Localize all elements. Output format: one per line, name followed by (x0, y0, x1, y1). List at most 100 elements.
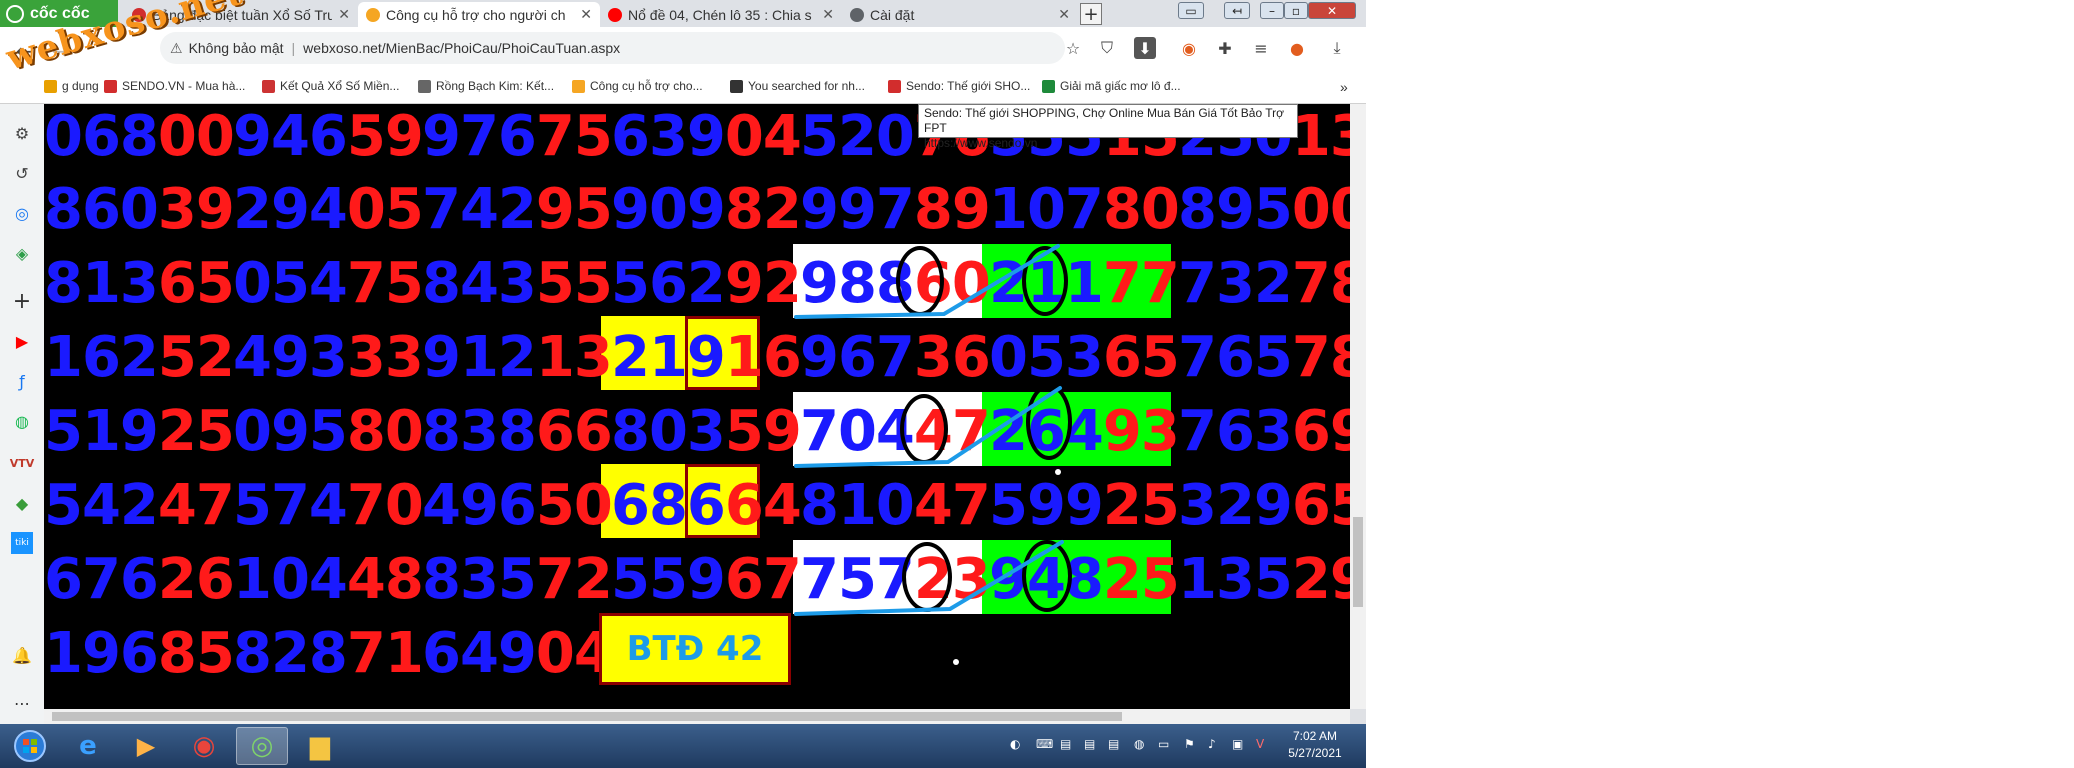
bookmark-item[interactable]: SENDO.VN - Mua hà... (104, 79, 245, 93)
download-arrow-icon[interactable]: ⬇ (1134, 37, 1156, 59)
more-dots-icon[interactable]: ⋯ (11, 692, 33, 714)
playlist-icon[interactable]: ≡ (1250, 37, 1272, 59)
taskbar-explorer[interactable]: ▆ (294, 727, 346, 765)
messenger-icon[interactable]: ◎ (11, 202, 33, 224)
screen: cốc cốc Bảng đặc biệt tuần Xổ Số Tru ✕ Côn… (0, 0, 1366, 768)
connector-line (794, 244, 1060, 319)
tray-flag-icon[interactable]: ⚑ (1184, 737, 1195, 751)
bookmark-item[interactable]: Sendo: Thế giới SHO... (888, 79, 1030, 93)
tray-chat-icon[interactable]: ◍ (1134, 737, 1144, 751)
omnibox[interactable]: ⚠ Không bảo mật | webxoso.net/MienBac/Ph… (160, 32, 1065, 64)
tab-close-icon[interactable]: ✕ (822, 6, 834, 23)
tab-title: Công cụ hỗ trợ cho người ch (386, 6, 566, 23)
tab-search-icon[interactable]: ▭ (1178, 2, 1204, 19)
youtube-icon[interactable]: ▶ (11, 330, 33, 352)
puzzle-extensions-icon[interactable]: ✚ (1214, 37, 1236, 59)
bookmarks-bar: g dụng SENDO.VN - Mua hà... Kết Quả Xổ Số … (0, 71, 1366, 104)
clock-date: 5/27/2021 (1288, 746, 1342, 760)
bookmark-favicon-icon (888, 79, 901, 93)
horizontal-scroll-thumb[interactable] (52, 712, 1122, 721)
vertical-scroll-thumb[interactable] (1353, 517, 1363, 607)
add-sidebar-item-icon[interactable]: + (11, 289, 33, 314)
tab-1[interactable]: Công cụ hỗ trợ cho người ch ✕ (358, 2, 600, 27)
tray-volume-icon[interactable]: ♪ (1208, 737, 1216, 751)
close-window-button[interactable]: ✕ (1308, 2, 1356, 19)
tab-close-icon[interactable]: ✕ (338, 6, 350, 23)
bookmark-item[interactable]: Kết Quả Xổ Số Miền... (262, 79, 399, 93)
bookmark-label: Kết Quả Xổ Số Miền... (280, 79, 400, 93)
horizontal-scrollbar[interactable] (44, 709, 1350, 724)
tooltip-url: https://www.sendo.vn (924, 136, 1038, 150)
bookmarks-overflow-button[interactable]: » (1340, 79, 1348, 95)
tray-lang3-icon[interactable]: ▤ (1108, 737, 1119, 751)
phoi-cau-grid: 0680094659976756390452076555152501386039… (44, 104, 1350, 709)
bookmark-label: Rồng Bạch Kim: Kết... (436, 79, 555, 93)
tab-favicon-icon (366, 7, 380, 22)
tab-close-icon[interactable]: ✕ (580, 6, 592, 23)
tray-v-icon[interactable]: V (1256, 737, 1264, 751)
restore-tab-icon[interactable]: ↤ (1224, 2, 1250, 19)
taskbar-chrome[interactable]: ◉ (178, 727, 230, 765)
security-label: Không bảo mật (188, 40, 284, 56)
tiki-icon[interactable]: tiki (11, 532, 33, 554)
url-text[interactable]: webxoso.net/MienBac/PhoiCau/PhoiCauTuan.… (303, 40, 620, 56)
bookmark-favicon-icon (730, 79, 743, 93)
new-tab-button[interactable]: + (1080, 3, 1102, 25)
connector-line (794, 540, 1064, 616)
game-controller-icon[interactable]: ◈ (11, 242, 33, 264)
bookmark-item[interactable]: Giải mã giấc mơ lô đ... (1042, 79, 1181, 93)
taskbar-coccoc[interactable]: ◎ (236, 727, 288, 765)
bookmark-favicon-icon (262, 79, 275, 93)
tab-favicon-icon (608, 7, 622, 22)
tab-favicon-icon (850, 7, 864, 22)
taskbar-media[interactable]: ▶ (120, 727, 172, 765)
bookmark-item[interactable]: Công cụ hỗ trợ cho... (572, 79, 703, 93)
tab-3[interactable]: Cài đặt ✕ (842, 2, 1078, 27)
bookmark-label: Sendo: Thế giới SHO... (906, 79, 1031, 93)
bookmark-label: SENDO.VN - Mua hà... (122, 79, 246, 93)
chrome-ext-icon[interactable]: ◉ (1178, 37, 1200, 59)
vertical-scrollbar[interactable] (1350, 104, 1366, 709)
internet-explorer-icon: e (79, 731, 97, 761)
connector-line (794, 386, 1062, 468)
facebook-icon[interactable]: ƒ (11, 370, 33, 392)
settings-gear-icon[interactable]: ⚙ (11, 122, 33, 144)
bookmark-item[interactable]: You searched for nh... (730, 79, 865, 93)
bookmark-label: Giải mã giấc mơ lô đ... (1060, 79, 1181, 93)
bookmark-star-icon[interactable]: ☆ (1062, 37, 1084, 59)
tab-close-icon[interactable]: ✕ (1058, 6, 1070, 23)
tray-display-icon[interactable]: ▭ (1158, 737, 1169, 751)
tab-2[interactable]: Nổ đề 04, Chén lô 35 : Chia s ✕ (600, 2, 842, 27)
dot-mark (1055, 469, 1061, 475)
tab-title: Cài đặt (870, 6, 915, 23)
bookmark-item[interactable]: g dụng (44, 79, 99, 93)
bookmark-favicon-icon (1042, 79, 1055, 93)
start-button[interactable] (4, 727, 56, 765)
taskbar: e ▶ ◉ ◎ ▆ ◐ ⌨ ▤ ▤ ▤ ◍ ▭ ⚑ ♪ ▣ V 7:02 AM … (0, 724, 1366, 768)
warning-icon: ⚠ (170, 39, 183, 56)
tray-keyboard-icon[interactable]: ⌨ (1036, 737, 1053, 751)
tray-lang-icon[interactable]: ▤ (1060, 737, 1071, 751)
maximize-button[interactable]: ▫ (1284, 2, 1308, 19)
minimize-button[interactable]: – (1260, 2, 1284, 19)
taskbar-ie[interactable]: e (62, 727, 114, 765)
spotify-icon[interactable]: ◍ (11, 410, 33, 432)
turtle-game-icon[interactable]: ◆ (11, 492, 33, 514)
taskbar-clock[interactable]: 7:02 AM 5/27/2021 (1285, 728, 1345, 762)
bookmark-item[interactable]: Rồng Bạch Kim: Kết... (418, 79, 554, 93)
downloads-tray-icon[interactable]: ⤓ (1326, 37, 1348, 59)
shield-icon[interactable]: ⛉ (1096, 37, 1118, 59)
vtv-icon[interactable]: VTV (10, 452, 35, 474)
sidebar: ⚙ ↺ ◎ ◈ + ▶ ƒ ◍ VTV ◆ tiki 🔔 ⋯ (0, 104, 44, 724)
media-player-icon: ▶ (136, 732, 156, 760)
history-icon[interactable]: ↺ (11, 162, 33, 184)
bookmark-favicon-icon (44, 79, 57, 93)
bookmark-label: You searched for nh... (748, 79, 865, 93)
profile-avatar-icon[interactable]: ● (1286, 37, 1308, 59)
notification-bell-icon[interactable]: 🔔 (11, 644, 33, 666)
tray-network-icon[interactable]: ◐ (1010, 737, 1020, 751)
tooltip-title: Sendo: Thế giới SHOPPING, Chợ Online Mua… (924, 106, 1284, 135)
tab-title: Nổ đề 04, Chén lô 35 : Chia s (628, 6, 812, 23)
tray-lang2-icon[interactable]: ▤ (1084, 737, 1095, 751)
tray-monitor-icon[interactable]: ▣ (1232, 737, 1243, 751)
